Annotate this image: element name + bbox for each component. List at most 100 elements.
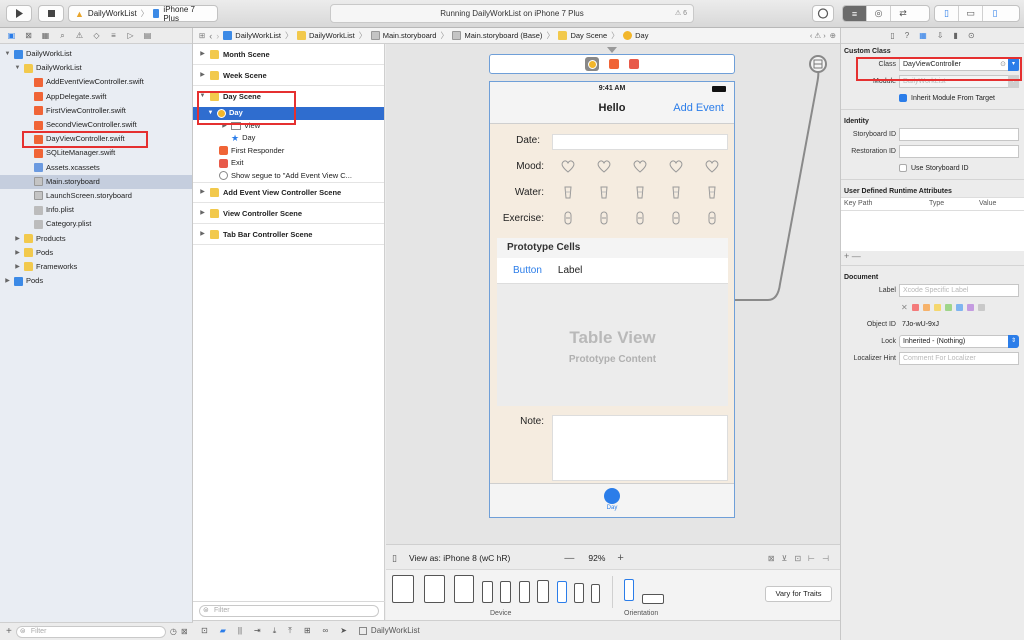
color-swatch[interactable]	[933, 303, 941, 311]
cell-button[interactable]: Button	[513, 265, 542, 276]
breakpoints-toggle-icon[interactable]: ▰	[220, 626, 226, 635]
dumbbell-icon[interactable]	[704, 210, 720, 226]
source-control-filter-icon[interactable]: ⊠	[181, 627, 188, 636]
source-control-icon[interactable]: ⊠	[23, 31, 34, 40]
disclosure-icon[interactable]: ▼	[14, 61, 21, 75]
navigator-item[interactable]: Category.plist	[0, 217, 192, 231]
view-debugger-icon[interactable]: ⊞	[304, 626, 311, 635]
water-cup-icon[interactable]	[560, 184, 576, 200]
crumb-storyboard[interactable]: Main.storyboard	[370, 31, 436, 40]
ipad-pro-12-icon[interactable]	[392, 575, 414, 603]
navigator-item[interactable]: ▼ DailyWorkList	[0, 61, 192, 75]
outline-tab-bar-scene[interactable]: ▶ Tab Bar Controller Scene	[193, 224, 384, 245]
color-swatch[interactable]	[977, 303, 985, 311]
crumb-storyboard-base[interactable]: Main.storyboard (Base)	[452, 31, 542, 40]
iphone-7-icon[interactable]	[537, 580, 549, 603]
first-responder-dock-icon[interactable]	[609, 59, 619, 69]
memory-graph-icon[interactable]: ∞	[323, 626, 329, 635]
navigator-item[interactable]: LaunchScreen.storyboard	[0, 189, 192, 203]
outline-first-responder[interactable]: First Responder	[193, 145, 384, 158]
related-items-icon[interactable]: ⊞	[199, 31, 205, 40]
search-icon[interactable]: ⌕	[57, 31, 68, 41]
view-as-label[interactable]: View as: iPhone 8 (wC hR)	[409, 553, 510, 563]
add-icon[interactable]: +	[6, 626, 12, 637]
navigator-item[interactable]: FirstViewController.swift	[0, 104, 192, 118]
version-editor-icon[interactable]: ⇄	[891, 6, 915, 21]
navigator-item[interactable]: ▶ Products	[0, 231, 192, 245]
add-event-button[interactable]: Add Event	[673, 102, 724, 114]
segue-node[interactable]	[809, 55, 827, 73]
iphone-se-icon[interactable]	[574, 583, 584, 603]
navigator-item[interactable]: ▶ Frameworks	[0, 260, 192, 274]
heart-icon[interactable]	[560, 158, 576, 174]
inspector-toggle-icon[interactable]: ▯	[983, 6, 1007, 21]
identity-inspector-icon[interactable]: ▦	[919, 31, 927, 40]
recent-files-icon[interactable]: ◷	[170, 627, 177, 636]
clear-color-icon[interactable]: ✕	[901, 303, 908, 312]
outline-add-event-scene[interactable]: ▶ Add Event View Controller Scene	[193, 182, 384, 203]
iphone-plus-icon[interactable]	[482, 581, 493, 603]
ipad-pro-10-icon[interactable]	[424, 575, 445, 603]
dumbbell-icon[interactable]	[668, 210, 684, 226]
test-icon[interactable]: ◇	[91, 31, 102, 40]
connections-inspector-icon[interactable]: ⊙	[968, 31, 975, 40]
storyboard-canvas[interactable]: 9:41 AM Hello Add Event Date: Mood: Wate…	[386, 44, 840, 544]
pause-icon[interactable]: ||	[238, 626, 242, 635]
disclosure-icon[interactable]: ▶	[4, 274, 11, 288]
vary-for-traits-button[interactable]: Vary for Traits	[765, 586, 832, 602]
heart-icon[interactable]	[632, 158, 648, 174]
outline-view-controller-scene[interactable]: ▶ View Controller Scene	[193, 203, 384, 224]
use-storyboard-id-checkbox[interactable]	[899, 164, 907, 172]
scheme-selector[interactable]: ▲ DailyWorkList 〉 iPhone 7 Plus	[68, 5, 218, 23]
report-icon[interactable]: ▤	[142, 31, 153, 40]
outline-week-scene[interactable]: ▶ Week Scene	[193, 65, 384, 86]
navigator-item[interactable]: ▶ Pods	[0, 246, 192, 260]
heart-icon[interactable]	[668, 158, 684, 174]
crumb-scene[interactable]: Day Scene	[558, 31, 607, 40]
zoom-out-button[interactable]: —	[564, 553, 574, 564]
color-swatch[interactable]	[922, 303, 930, 311]
outline-exit[interactable]: Exit	[193, 157, 384, 170]
color-swatch[interactable]	[944, 303, 952, 311]
dumbbell-icon[interactable]	[632, 210, 648, 226]
water-cup-icon[interactable]	[632, 184, 648, 200]
folder-icon[interactable]: ▣	[6, 31, 17, 40]
dumbbell-icon[interactable]	[560, 210, 576, 226]
inherit-checkbox[interactable]	[899, 94, 907, 102]
run-button[interactable]	[6, 5, 32, 22]
assistant-editor-icon[interactable]: ◎	[867, 6, 891, 21]
navigator-item[interactable]: Assets.xcassets	[0, 161, 192, 175]
iphone-8-icon[interactable]	[557, 581, 567, 603]
symbol-icon[interactable]: ▦	[40, 31, 51, 40]
heart-icon[interactable]	[704, 158, 720, 174]
location-icon[interactable]: ➤	[340, 626, 347, 635]
storyboard-id-field[interactable]	[899, 127, 1019, 141]
forward-button[interactable]: ›	[216, 31, 219, 41]
color-swatch[interactable]	[911, 303, 919, 311]
navigator-toggle-icon[interactable]: ▯	[935, 6, 959, 21]
back-button[interactable]: ‹	[209, 31, 212, 41]
color-swatch[interactable]	[966, 303, 974, 311]
localizer-field[interactable]: Comment For Localizer	[899, 351, 1019, 365]
label-field[interactable]: Xcode Specific Label	[899, 283, 1019, 297]
disclosure-icon[interactable]: ▶	[14, 232, 21, 246]
day-tab-icon[interactable]	[604, 488, 620, 504]
dumbbell-icon[interactable]	[596, 210, 612, 226]
navigator-item[interactable]: SQLiteManager.swift	[0, 146, 192, 160]
navigator-item[interactable]: Main.storyboard	[0, 174, 192, 189]
disclosure-icon[interactable]: ▼	[4, 47, 11, 61]
water-cup-icon[interactable]	[668, 184, 684, 200]
add-remove-buttons[interactable]: + —	[841, 251, 1024, 261]
view-controller-dock-icon[interactable]	[585, 57, 599, 71]
step-into-icon[interactable]: ⤓	[273, 626, 277, 636]
table-view[interactable]: Table View Prototype Content	[497, 284, 728, 406]
hide-debug-icon[interactable]: ⊡	[201, 626, 208, 635]
stepper-icon[interactable]: ⇕	[1008, 334, 1019, 348]
day-scene-view[interactable]: 9:41 AM Hello Add Event Date: Mood: Wate…	[489, 81, 735, 518]
landscape-icon[interactable]	[642, 594, 664, 604]
prototype-cell[interactable]: Button Label	[497, 258, 728, 284]
outline-tab-item[interactable]: ★ Day	[193, 132, 384, 145]
step-over-icon[interactable]: ⇥	[254, 626, 261, 635]
code-review-button[interactable]	[812, 5, 834, 22]
stop-button[interactable]	[38, 5, 64, 22]
